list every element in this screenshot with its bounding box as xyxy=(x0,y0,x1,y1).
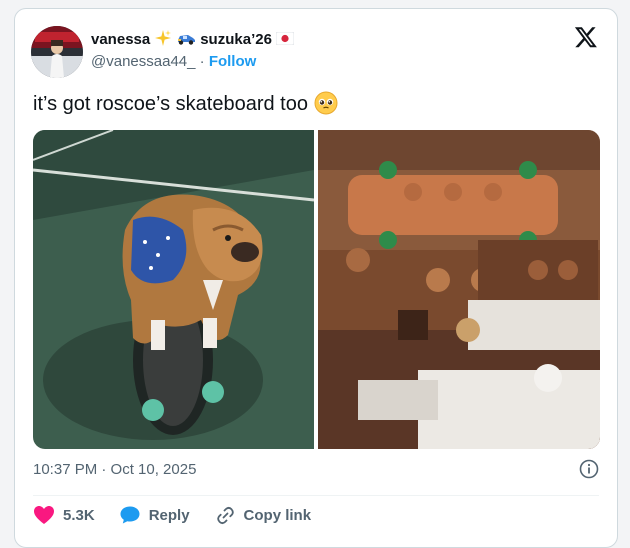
like-count: 5.3K xyxy=(63,506,95,524)
heart-icon xyxy=(33,505,55,525)
action-bar: 5.3K Reply Copy link xyxy=(33,505,335,525)
display-name-part-2[interactable]: suzuka’26 xyxy=(200,31,272,48)
reply-button[interactable]: Reply xyxy=(119,505,190,525)
media-grid[interactable] xyxy=(33,130,600,449)
author-name-row[interactable]: vanessa suzuka’26 xyxy=(91,29,295,50)
timestamp[interactable]: 10:37 PM · Oct 10, 2025 xyxy=(33,461,196,478)
race-car-icon xyxy=(176,30,196,49)
japan-flag-icon xyxy=(275,31,295,48)
link-icon xyxy=(214,505,236,525)
separator: · xyxy=(199,53,205,70)
x-logo-icon[interactable] xyxy=(574,25,598,49)
copy-link-label: Copy link xyxy=(243,506,312,524)
sparkles-icon xyxy=(154,29,172,50)
copy-link-button[interactable]: Copy link xyxy=(214,505,312,525)
reply-label: Reply xyxy=(148,506,190,524)
avatar[interactable] xyxy=(31,26,83,78)
reply-icon xyxy=(119,505,141,525)
divider xyxy=(33,495,599,496)
tweet-card: vanessa suzuka’26 @vanessaa44_ · Follow … xyxy=(14,8,618,548)
photo-lego-skateboard[interactable] xyxy=(318,130,600,449)
pleading-face-icon xyxy=(314,91,338,118)
like-button[interactable]: 5.3K xyxy=(33,505,95,525)
avatar-image xyxy=(31,26,83,78)
handle[interactable]: @vanessaa44_ xyxy=(91,53,195,70)
info-icon[interactable] xyxy=(579,459,599,479)
display-name-part-1[interactable]: vanessa xyxy=(91,31,150,48)
follow-link[interactable]: Follow xyxy=(209,53,257,70)
tweet-text: it’s got roscoe’s skateboard too xyxy=(33,93,308,115)
tweet-text-row: it’s got roscoe’s skateboard too xyxy=(33,91,338,118)
photo-bulldog-skateboard[interactable] xyxy=(33,130,314,449)
handle-row: @vanessaa44_ · Follow xyxy=(91,53,256,70)
